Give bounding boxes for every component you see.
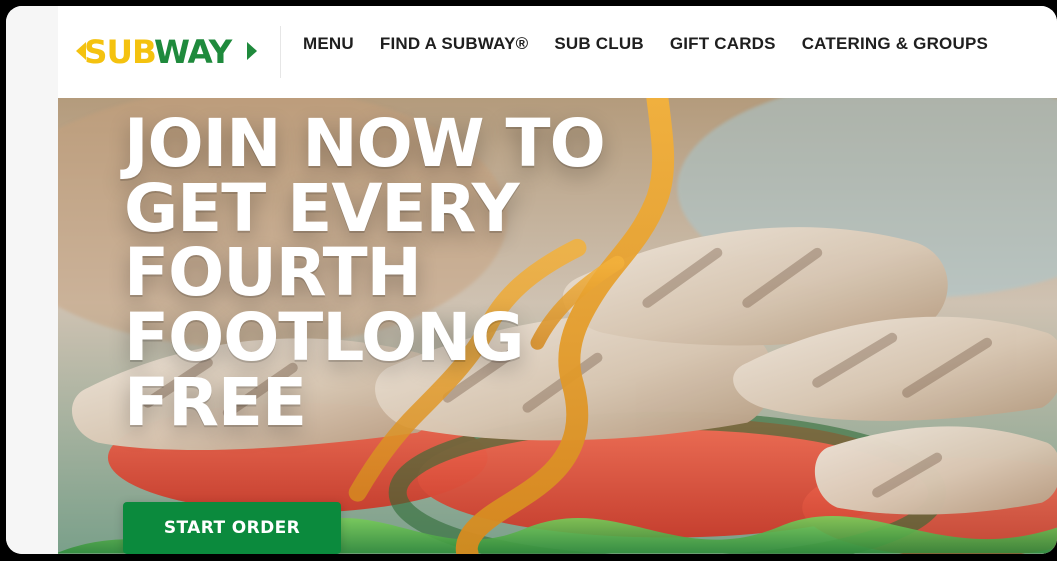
nav-gift-cards[interactable]: GIFT CARDS <box>670 34 776 54</box>
hero-heading: JOIN NOW TO GET EVERY FOURTH FOOTLONG FR… <box>124 111 684 436</box>
logo-way-text: WAY <box>154 33 232 71</box>
subway-logo[interactable]: SUBWAY <box>76 33 257 71</box>
hero-banner: JOIN NOW TO GET EVERY FOURTH FOOTLONG FR… <box>58 98 1057 554</box>
left-edge-strip <box>6 6 59 554</box>
header-divider <box>280 26 281 78</box>
site-header: SUBWAY MENU FIND A SUBWAY® SUB CLUB GIFT… <box>58 6 1057 99</box>
logo-wordmark: SUBWAY <box>84 33 232 71</box>
browser-frame: SUBWAY MENU FIND A SUBWAY® SUB CLUB GIFT… <box>6 6 1057 554</box>
nav-menu[interactable]: MENU <box>303 34 354 54</box>
nav-sub-club[interactable]: SUB CLUB <box>554 34 643 54</box>
nav-catering-groups[interactable]: CATERING & GROUPS <box>802 34 988 54</box>
nav-find-a-subway[interactable]: FIND A SUBWAY® <box>380 34 529 54</box>
hero-heading-line-4: FOOTLONG FREE <box>124 299 525 441</box>
logo-sub-text: SUB <box>84 33 155 71</box>
main-nav: MENU FIND A SUBWAY® SUB CLUB GIFT CARDS … <box>303 34 988 54</box>
logo-right-arrow-icon <box>247 42 257 60</box>
start-order-button[interactable]: START ORDER <box>123 502 341 554</box>
